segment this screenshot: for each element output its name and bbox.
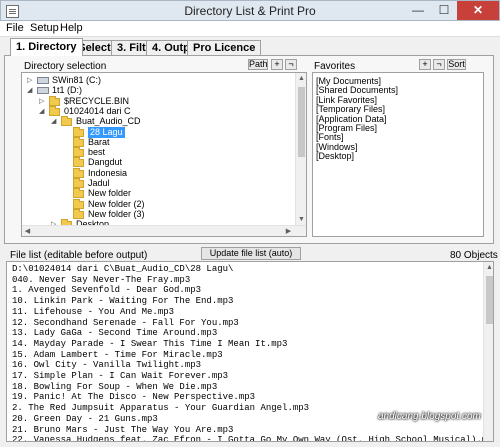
object-count: 80 Objects [450, 250, 498, 261]
file-line: 2. The Red Jumpsuit Apparatus - Your Gua… [12, 403, 310, 414]
collapse-arrow-icon[interactable]: ◢ [39, 108, 46, 115]
file-line: D:\01024014 dari C\Buat_Audio_CD\28 Lagu… [12, 264, 234, 274]
scroll-up-icon[interactable]: ▲ [296, 73, 306, 84]
favorites-list[interactable]: [My Documents] [Shared Documents] [Link Fa… [312, 72, 484, 237]
maximize-button[interactable]: ☐ [431, 1, 457, 20]
drive-icon [37, 77, 49, 84]
directory-tree[interactable]: ▷ SWin81 (C:) ◢ 1t1 (D:) ▷ $RECYCLE.BIN ◢ 01024… [21, 72, 307, 237]
file-line: 16. Owl City - Vanilla Twilight.mp3 [12, 360, 202, 371]
scroll-up-icon[interactable]: ▲ [484, 262, 493, 273]
file-line: 22. Vanessa Hudgens feat. Zac Efron - I … [12, 435, 494, 442]
menu-bar: File Setup Help [0, 21, 500, 37]
menu-file[interactable]: File [6, 22, 24, 34]
file-line: 040. Never Say Never-The Fray.mp3 [12, 274, 191, 285]
file-line: 15. Adam Lambert - Time For Miracle.mp3 [12, 349, 223, 360]
path-button[interactable]: Path [248, 59, 268, 70]
folder-icon [73, 198, 84, 209]
tab-directory[interactable]: 1. Directory [10, 38, 83, 56]
tree-scroll-thumb[interactable] [298, 87, 305, 157]
folder-icon [61, 116, 72, 127]
file-line: 12. Secondhand Serenade - Fall For You.m… [12, 317, 239, 328]
file-list-scroll-thumb[interactable] [486, 276, 493, 324]
drive-icon [37, 87, 49, 95]
add-favorite-button[interactable]: + [419, 59, 431, 70]
file-line: 18. Bowling For Soup - When We Die.mp3 [12, 381, 218, 392]
folder-icon [73, 208, 84, 219]
add-directory-button[interactable]: + [271, 59, 283, 70]
folder-icon [73, 188, 84, 199]
collapse-arrow-icon[interactable]: ◢ [27, 87, 34, 94]
folder-icon [73, 136, 84, 147]
tree-vertical-scrollbar[interactable]: ▲ ▼ [295, 73, 306, 225]
title-bar: Directory List & Print Pro — ☐ ✕ [0, 0, 500, 21]
directory-selection-label: Directory selection [24, 61, 107, 72]
folder-icon [49, 105, 60, 116]
file-line: 21. Bruno Mars - Just The Way You Are.mp… [12, 424, 234, 435]
folder-icon [73, 147, 84, 158]
tree-horizontal-scrollbar[interactable]: ◀ ▶ [22, 225, 306, 236]
file-line: 20. Green Day - 21 Guns.mp3 [12, 413, 158, 424]
watermark: andicang.blogspot.com [378, 411, 481, 422]
collapse-arrow-icon[interactable]: ◢ [51, 118, 58, 125]
scroll-down-icon[interactable]: ▼ [296, 214, 306, 225]
folder-icon [73, 126, 84, 137]
scroll-right-icon[interactable]: ▶ [283, 226, 294, 236]
expand-arrow-icon[interactable]: ▷ [27, 77, 34, 84]
sort-favorites-button[interactable]: Sort [447, 59, 466, 70]
favorites-label: Favorites [314, 61, 356, 72]
folder-icon [73, 157, 84, 168]
folder-icon [49, 95, 60, 106]
file-line: 10. Linkin Park - Waiting For The End.mp… [12, 296, 234, 307]
tab-pro-licence[interactable]: Pro Licence [187, 40, 262, 55]
favorite-item[interactable]: [Desktop] [316, 151, 354, 161]
remove-favorite-button[interactable]: ¬ [433, 59, 445, 70]
file-line: 1. Avenged Sevenfold - Dear God.mp3 [12, 285, 202, 296]
update-file-list-button[interactable]: Update file list (auto) [201, 247, 301, 260]
close-button[interactable]: ✕ [457, 1, 499, 20]
menu-setup[interactable]: Setup [30, 22, 59, 34]
file-list-scrollbar[interactable]: ▲ [483, 262, 493, 441]
file-line: 17. Simple Plan - I Can Wait Forever.mp3 [12, 371, 229, 381]
file-line: 19. Panic! At The Disco - New Perspectiv… [12, 392, 256, 403]
remove-directory-button[interactable]: ¬ [285, 59, 297, 70]
file-line: 14. Mayday Parade - I Swear This Time I … [12, 338, 288, 349]
folder-icon [73, 178, 84, 188]
file-line: 11. Lifehouse - You And Me.mp3 [12, 306, 175, 317]
expand-arrow-icon[interactable]: ▷ [39, 98, 46, 105]
file-list-label: File list (editable before output) [10, 250, 148, 261]
file-line: 13. Lady GaGa - Second Time Around.mp3 [12, 328, 218, 339]
minimize-button[interactable]: — [405, 1, 431, 20]
folder-icon [73, 167, 84, 178]
scroll-left-icon[interactable]: ◀ [22, 226, 33, 236]
menu-help[interactable]: Help [60, 22, 83, 34]
